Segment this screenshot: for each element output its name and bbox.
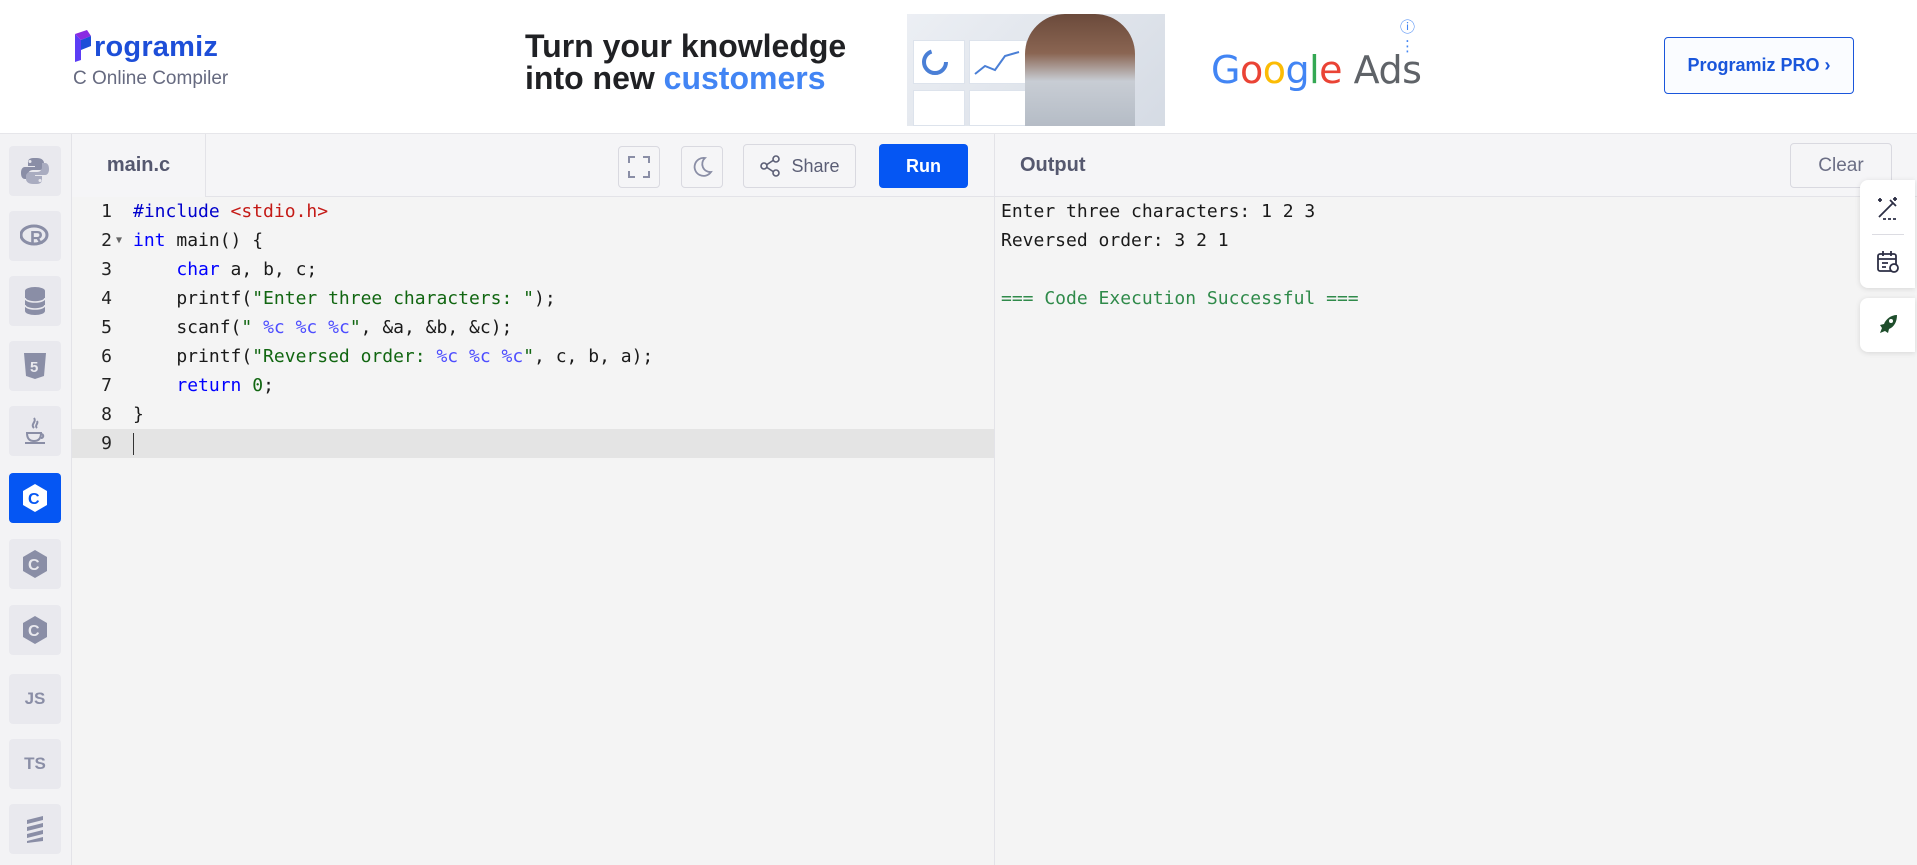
cpp-lang-label: C xyxy=(28,557,40,574)
code-text: int main() { xyxy=(133,230,264,251)
c-lang-label: C xyxy=(28,491,40,508)
google-logo-letter: o xyxy=(1262,48,1286,92)
code-text: printf("Reversed order: %c %c %c", c, b,… xyxy=(133,346,654,367)
line-number: 7 xyxy=(101,375,112,396)
line-number: 5 xyxy=(101,317,112,338)
line-number: 1 xyxy=(101,201,112,222)
line-number: 6 xyxy=(101,346,112,367)
code-text: #include <stdio.h> xyxy=(133,201,329,222)
csharp-lang-icon[interactable]: C xyxy=(9,605,61,655)
google-logo-letter: l xyxy=(1309,48,1320,92)
top-header: rogramiz C Online Compiler Turn your kno… xyxy=(0,0,1917,134)
code-line: 8 } xyxy=(72,400,994,429)
ad-info-icon[interactable]: ⓘ ⋮ xyxy=(1400,16,1425,55)
ad-donut-icon xyxy=(922,49,948,75)
floating-tools xyxy=(1860,180,1915,288)
scheduler-icon[interactable] xyxy=(1860,236,1915,288)
sql-database-icon[interactable] xyxy=(9,276,61,326)
ad-line-chart-icon xyxy=(974,51,1020,75)
c-lang-icon[interactable]: C xyxy=(9,473,61,523)
line-number: 4 xyxy=(101,288,112,309)
divider xyxy=(1872,234,1904,235)
google-logo-letter: e xyxy=(1319,48,1343,92)
line-number: 9 xyxy=(101,433,112,454)
fullscreen-icon[interactable] xyxy=(618,146,660,188)
run-button[interactable]: Run xyxy=(879,144,968,188)
brand-name: rogramiz xyxy=(94,31,219,63)
fold-arrow-icon[interactable]: ▼ xyxy=(116,226,122,255)
java-icon[interactable] xyxy=(9,406,61,456)
google-logo-letter: o xyxy=(1239,48,1263,92)
javascript-icon[interactable]: JS xyxy=(9,674,61,724)
execution-success-message: === Code Execution Successful === xyxy=(1001,288,1359,309)
brand-name-row: rogramiz xyxy=(73,30,228,64)
html5-label: 5 xyxy=(30,359,38,376)
html5-icon[interactable]: 5 xyxy=(9,341,61,391)
code-line: 1 #include <stdio.h> xyxy=(72,197,994,226)
language-sidebar: R 5 C C C JS TS xyxy=(0,134,72,865)
r-lang-label: R xyxy=(30,228,43,248)
output-line: Reversed order: 3 2 1 xyxy=(1001,230,1229,251)
ad-headline-highlight: customers xyxy=(663,60,826,96)
output-console[interactable]: Enter three characters: 1 2 3 Reversed o… xyxy=(994,197,1917,865)
google-ads-logo: Google Ads xyxy=(1211,48,1422,92)
javascript-label: JS xyxy=(24,689,46,708)
code-text: char a, b, c; xyxy=(176,259,318,280)
line-number: 2 xyxy=(101,230,112,251)
ad-person-image xyxy=(1025,14,1135,126)
line-number: 8 xyxy=(101,404,112,425)
line-number: 3 xyxy=(101,259,112,280)
code-line-current: 9 xyxy=(72,429,994,458)
code-line: 3 char a, b, c; xyxy=(72,255,994,284)
ad-headline-line2: into new customers xyxy=(525,62,846,94)
programiz-logo[interactable]: rogramiz C Online Compiler xyxy=(73,30,228,90)
swift-icon[interactable] xyxy=(9,804,61,854)
share-label: Share xyxy=(791,155,840,176)
code-text: return 0; xyxy=(176,375,274,396)
share-icon xyxy=(760,155,781,177)
rocket-icon[interactable] xyxy=(1860,298,1915,352)
programiz-p-icon xyxy=(73,30,93,64)
ad-photo xyxy=(907,14,1165,126)
python-icon[interactable] xyxy=(9,146,61,196)
code-editor[interactable]: 1 #include <stdio.h> 2 ▼ int main() { 3 … xyxy=(72,197,994,865)
code-line: 5 scanf(" %c %c %c", &a, &b, &c); xyxy=(72,313,994,342)
code-line: 2 ▼ int main() { xyxy=(72,226,994,255)
google-logo-letter: G xyxy=(1211,48,1240,92)
ad-headline: Turn your knowledge into new customers xyxy=(525,30,846,94)
ad-headline-line1: Turn your knowledge xyxy=(525,28,847,64)
text-cursor xyxy=(133,429,134,458)
code-line: 7 return 0; xyxy=(72,371,994,400)
code-line: 6 printf("Reversed order: %c %c %c", c, … xyxy=(72,342,994,371)
ad-banner[interactable]: Turn your knowledge into new customers G… xyxy=(505,14,1425,126)
output-line: Enter three characters: 1 2 3 xyxy=(1001,201,1316,222)
cpp-lang-icon[interactable]: C xyxy=(9,539,61,589)
typescript-label: TS xyxy=(24,754,46,773)
code-text: printf("Enter three characters: "); xyxy=(133,288,556,309)
code-line: 4 printf("Enter three characters: "); xyxy=(72,284,994,313)
brand-subtitle: C Online Compiler xyxy=(73,68,229,89)
file-tab-main-c[interactable]: main.c xyxy=(72,134,206,197)
code-text: scanf(" %c %c %c", &a, &b, &c); xyxy=(133,317,513,338)
google-logo-letter: g xyxy=(1285,48,1310,92)
csharp-lang-label: C xyxy=(28,623,40,640)
editor-toolbar: main.c Share Run xyxy=(72,134,994,197)
ai-wand-icon[interactable] xyxy=(1860,182,1915,234)
programiz-pro-button[interactable]: Programiz PRO › xyxy=(1664,37,1854,94)
typescript-icon[interactable]: TS xyxy=(9,739,61,789)
r-lang-icon[interactable]: R xyxy=(9,211,61,261)
output-toolbar: Output Clear xyxy=(994,134,1917,197)
ad-headline-prefix: into new xyxy=(525,60,664,96)
code-text: } xyxy=(133,404,144,425)
output-title: Output xyxy=(1020,154,1086,176)
share-button[interactable]: Share xyxy=(743,144,856,188)
dark-mode-moon-icon[interactable] xyxy=(681,146,723,188)
